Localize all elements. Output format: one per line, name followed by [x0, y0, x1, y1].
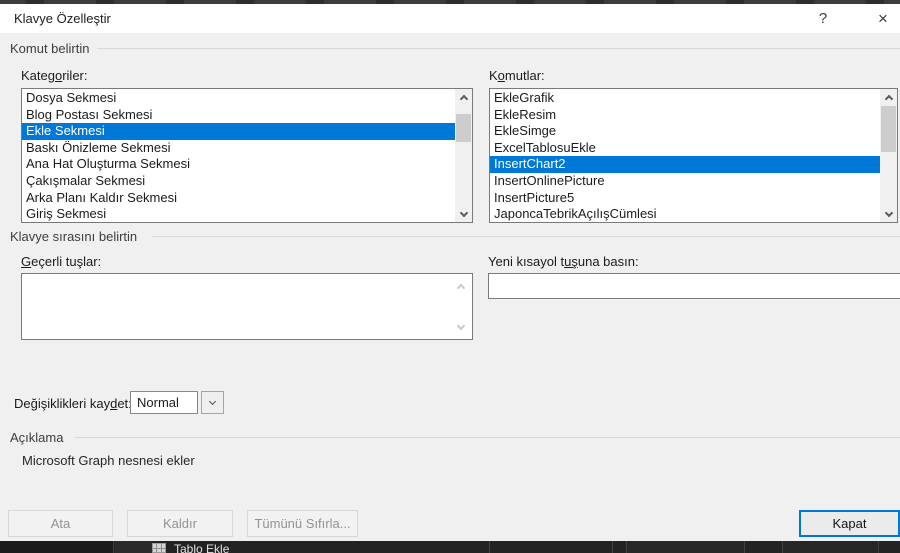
group-specify-command: Komut belirtin	[10, 41, 89, 56]
dialog-title: Klavye Özelleştir	[14, 4, 111, 33]
commands-listbox[interactable]: EkleGrafikEkleResimEkleSimgeExcelTablosu…	[489, 88, 898, 223]
scrollbar-thumb[interactable]	[456, 114, 471, 142]
list-item[interactable]: InsertPicture5	[490, 190, 880, 207]
chevron-up-icon	[457, 283, 465, 291]
customize-keyboard-dialog: Klavye Özelleştir ? × Komut belirtin Kat…	[0, 0, 900, 553]
categories-label: Kategoriler:	[21, 68, 88, 83]
strip-separator	[878, 541, 879, 553]
group-specify-keyboard: Klavye sırasını belirtin	[10, 229, 137, 244]
list-item[interactable]: EkleGrafik	[490, 90, 880, 107]
dialog-titlebar[interactable]: Klavye Özelleştir ? ×	[0, 4, 900, 33]
strip-segment	[782, 541, 878, 553]
commands-label: Komutlar:	[489, 68, 545, 83]
commands-scrollbar[interactable]	[880, 89, 897, 222]
label-text: K	[489, 68, 498, 83]
help-icon[interactable]: ?	[806, 4, 840, 33]
strip-separator	[744, 541, 745, 553]
list-item[interactable]: Ana Hat Oluşturma Sekmesi	[22, 156, 455, 173]
strip-separator	[489, 541, 490, 553]
assign-button[interactable]: Ata	[8, 510, 113, 537]
label-accesskey: o	[498, 68, 505, 83]
insert-table-menu-item[interactable]: Tablo Ekle	[174, 542, 229, 553]
background-window-strip: Tablo Ekle	[0, 541, 900, 553]
save-changes-label: Değişiklikleri kaydet:	[14, 396, 132, 411]
label-text: mutlar:	[505, 68, 545, 83]
scroll-up-icon-disabled	[454, 280, 468, 292]
list-item[interactable]: ExcelTablosuEkle	[490, 140, 880, 157]
scroll-up-icon[interactable]	[880, 89, 897, 105]
save-changes-dropdown-button[interactable]	[201, 391, 224, 414]
list-item[interactable]: Arka Planı Kaldır Sekmesi	[22, 190, 455, 207]
list-item[interactable]: Dosya Sekmesi	[22, 90, 455, 107]
list-item[interactable]: EkleResim	[490, 107, 880, 124]
chevron-up-icon	[884, 94, 892, 102]
label-accesskey: uş	[564, 254, 578, 269]
current-keys-label: Geçerli tuşlar:	[21, 254, 101, 269]
strip-separator	[113, 541, 114, 553]
list-item[interactable]: Baskı Önizleme Sekmesi	[22, 140, 455, 157]
list-item[interactable]: Giriş Sekmesi	[22, 206, 455, 223]
group-rule	[97, 48, 900, 49]
list-item[interactable]: Çakışmalar Sekmesi	[22, 173, 455, 190]
new-shortcut-label: Yeni kısayol tuşuna basın:	[488, 254, 639, 269]
group-description: Açıklama	[10, 430, 63, 445]
strip-segment	[626, 541, 744, 553]
group-rule	[152, 236, 900, 237]
chevron-down-icon	[457, 321, 465, 329]
save-changes-combobox[interactable]: Normal	[130, 391, 198, 414]
list-item[interactable]: InsertChart2	[490, 156, 880, 173]
list-item[interactable]: InsertOnlinePicture	[490, 173, 880, 190]
chevron-down-icon	[209, 398, 216, 405]
label-text: riler:	[62, 68, 87, 83]
categories-scrollbar[interactable]	[455, 89, 472, 222]
strip-separator	[612, 541, 613, 553]
close-icon[interactable]: ×	[866, 4, 900, 33]
label-accesskey: G	[21, 254, 31, 269]
strip-separator	[782, 541, 783, 553]
scrollbar-thumb[interactable]	[881, 106, 896, 152]
new-shortcut-input[interactable]	[488, 273, 900, 299]
label-text: Değişiklikleri kay	[14, 396, 110, 411]
command-description: Microsoft Graph nesnesi ekler	[22, 453, 195, 468]
scroll-up-icon[interactable]	[455, 89, 472, 105]
table-icon	[152, 543, 166, 553]
list-item[interactable]: JaponcaTebrikAçılışCümlesi	[490, 206, 880, 223]
categories-listbox[interactable]: Dosya SekmesiBlog Postası SekmesiEkle Se…	[21, 88, 473, 223]
label-text: Yeni kısayol t	[488, 254, 564, 269]
scroll-down-icon[interactable]	[880, 206, 897, 222]
strip-separator	[626, 541, 627, 553]
chevron-down-icon	[459, 208, 467, 216]
current-keys-listbox[interactable]	[21, 273, 473, 340]
strip-segment	[115, 541, 153, 553]
close-button[interactable]: Kapat	[799, 510, 900, 537]
categories-list: Dosya SekmesiBlog Postası SekmesiEkle Se…	[22, 90, 455, 222]
label-text: una basın:	[578, 254, 639, 269]
group-rule	[75, 437, 900, 438]
strip-segment	[0, 541, 113, 553]
label-text: Kateg	[21, 68, 55, 83]
commands-list: EkleGrafikEkleResimEkleSimgeExcelTablosu…	[490, 90, 880, 222]
label-text: eçerli tuşlar:	[31, 254, 101, 269]
list-item[interactable]: EkleSimge	[490, 123, 880, 140]
remove-button[interactable]: Kaldır	[127, 510, 233, 537]
list-item[interactable]: Ekle Sekmesi	[22, 123, 455, 140]
chevron-down-icon	[884, 208, 892, 216]
reset-all-button[interactable]: Tümünü Sıfırla...	[247, 510, 358, 537]
chevron-up-icon	[459, 94, 467, 102]
scroll-down-icon[interactable]	[455, 206, 472, 222]
scroll-down-icon-disabled	[454, 321, 468, 333]
list-item[interactable]: Blog Postası Sekmesi	[22, 107, 455, 124]
